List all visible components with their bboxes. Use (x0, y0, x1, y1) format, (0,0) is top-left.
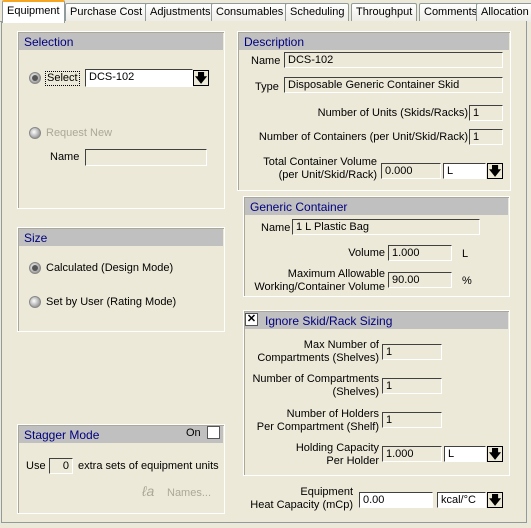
tab-scheduling[interactable]: Scheduling (285, 3, 350, 22)
gc-name-field: 1 L Plastic Bag (292, 219, 480, 235)
gc-name-label: Name (261, 222, 291, 234)
set-by-user-label: Set by User (Rating Mode) (46, 296, 177, 308)
description-header: Description (239, 33, 509, 50)
heat-line2: Heat Capacity (mCp) (250, 499, 353, 511)
units-input[interactable]: 1 (469, 105, 503, 121)
selection-header: Selection (19, 33, 223, 50)
holders-line1: Number of Holders (286, 408, 379, 420)
size-header: Size (19, 229, 223, 246)
num-comp-line1: Number of Compartments (252, 373, 379, 385)
tab-purchase-cost[interactable]: Purchase Cost (65, 3, 148, 22)
generic-container-header: Generic Container (245, 198, 508, 215)
extra-sets-input[interactable]: 0 (49, 458, 73, 474)
name-label: Name (50, 151, 80, 163)
size-group: Size (17, 227, 225, 332)
desc-type-label: Type (255, 81, 279, 93)
gc-volume-unit: L (462, 248, 469, 260)
num-compartments-field: 1 (382, 378, 442, 394)
total-volume-field: 0.000 (381, 163, 441, 179)
select-dropdown-button[interactable]: 🡇 (193, 70, 209, 86)
holders-line2: Per Compartment (Shelf) (256, 421, 379, 433)
holding-capacity-label: Holding Capacity Per Holder (296, 442, 379, 468)
total-volume-label-line2: (per Unit/Skid/Rack) (278, 169, 377, 181)
request-name-input[interactable] (85, 149, 207, 166)
tab-throughput[interactable]: Throughput (351, 3, 418, 22)
extra-sets-label: extra sets of equipment units (78, 460, 219, 472)
equipment-select[interactable]: DCS-102 (85, 69, 193, 87)
stagger-on-label: On (186, 427, 201, 439)
containers-input[interactable]: 1 (469, 129, 503, 145)
calculated-radio[interactable] (29, 262, 41, 274)
tab-consumables[interactable]: Consumables (211, 3, 289, 22)
gc-volume-field: 1.000 (388, 245, 452, 261)
tab-bar: Equipment Purchase Cost Adjustments Cons… (0, 0, 531, 23)
tab-equipment[interactable]: Equipment (2, 0, 65, 23)
max-compartments-label: Max Number of Compartments (Shelves) (257, 339, 379, 365)
max-comp-line2: Compartments (Shelves) (257, 352, 379, 364)
stagger-on-checkbox[interactable] (207, 426, 220, 439)
heat-capacity-unit-dropdown[interactable]: 🡇 (487, 492, 503, 508)
num-comp-line2: (Shelves) (332, 386, 379, 398)
max-comp-line1: Max Number of (303, 339, 379, 351)
gc-max-volume-field: 90.00 (388, 272, 452, 288)
request-new-label: Request New (46, 127, 113, 139)
holders-label: Number of Holders Per Compartment (Shelf) (257, 408, 379, 434)
max-compartments-field: 1 (382, 344, 442, 360)
cap-line1: Holding Capacity (295, 442, 379, 454)
total-volume-unit-select[interactable]: L (443, 163, 486, 179)
holders-field: 1 (382, 412, 442, 428)
set-by-user-radio[interactable] (29, 296, 41, 308)
heat-line1: Equipment (300, 486, 353, 498)
tab-adjustments[interactable]: Adjustments (145, 3, 216, 22)
gc-max-volume-label: Maximum Allowable Working/Container Volum… (254, 268, 385, 294)
gc-max-label-line2: Working/Container Volume (254, 281, 385, 293)
tab-allocation[interactable]: Allocation (476, 3, 531, 22)
holding-capacity-field: 1.000 (382, 446, 442, 462)
ignore-sizing-checkbox[interactable]: ✕ (245, 313, 258, 326)
names-icon: ℓa (142, 483, 155, 499)
select-label: Select (45, 71, 80, 86)
desc-name-label: Name (251, 55, 281, 67)
desc-type-field: Disposable Generic Container Skid (284, 77, 503, 93)
heat-capacity-unit-select[interactable]: kcal/°C (437, 492, 486, 508)
num-compartments-label: Number of Compartments (Shelves) (252, 373, 379, 399)
request-new-radio[interactable] (29, 127, 41, 139)
total-volume-label: Total Container Volume (per Unit/Skid/Rac… (263, 156, 377, 182)
total-volume-unit-dropdown[interactable]: 🡇 (487, 163, 503, 179)
calculated-label: Calculated (Design Mode) (46, 262, 174, 274)
tab-comments[interactable]: Comments (419, 3, 483, 22)
ignore-sizing-header: Ignore Skid/Rack Sizing (245, 312, 508, 329)
units-label: Number of Units (Skids/Racks) (317, 107, 468, 119)
selection-group: Selection (17, 31, 225, 209)
use-label: Use (26, 460, 46, 472)
names-button[interactable]: Names... (167, 487, 211, 500)
select-radio[interactable] (29, 72, 41, 84)
containers-label: Number of Containers (per Unit/Skid/Rack… (258, 131, 468, 143)
total-volume-label-line1: Total Container Volume (263, 156, 377, 168)
desc-name-field[interactable]: DCS-102 (284, 52, 503, 68)
gc-max-label-line1: Maximum Allowable (287, 268, 385, 280)
holding-capacity-unit-dropdown[interactable]: 🡇 (487, 446, 503, 462)
cap-line2: Per Holder (326, 455, 379, 467)
holding-capacity-unit-select[interactable]: L (444, 446, 486, 462)
heat-capacity-input[interactable]: 0.00 (359, 492, 433, 508)
gc-volume-label: Volume (348, 247, 385, 259)
gc-max-volume-unit: % (462, 275, 472, 287)
heat-capacity-label: Equipment Heat Capacity (mCp) (250, 486, 353, 512)
